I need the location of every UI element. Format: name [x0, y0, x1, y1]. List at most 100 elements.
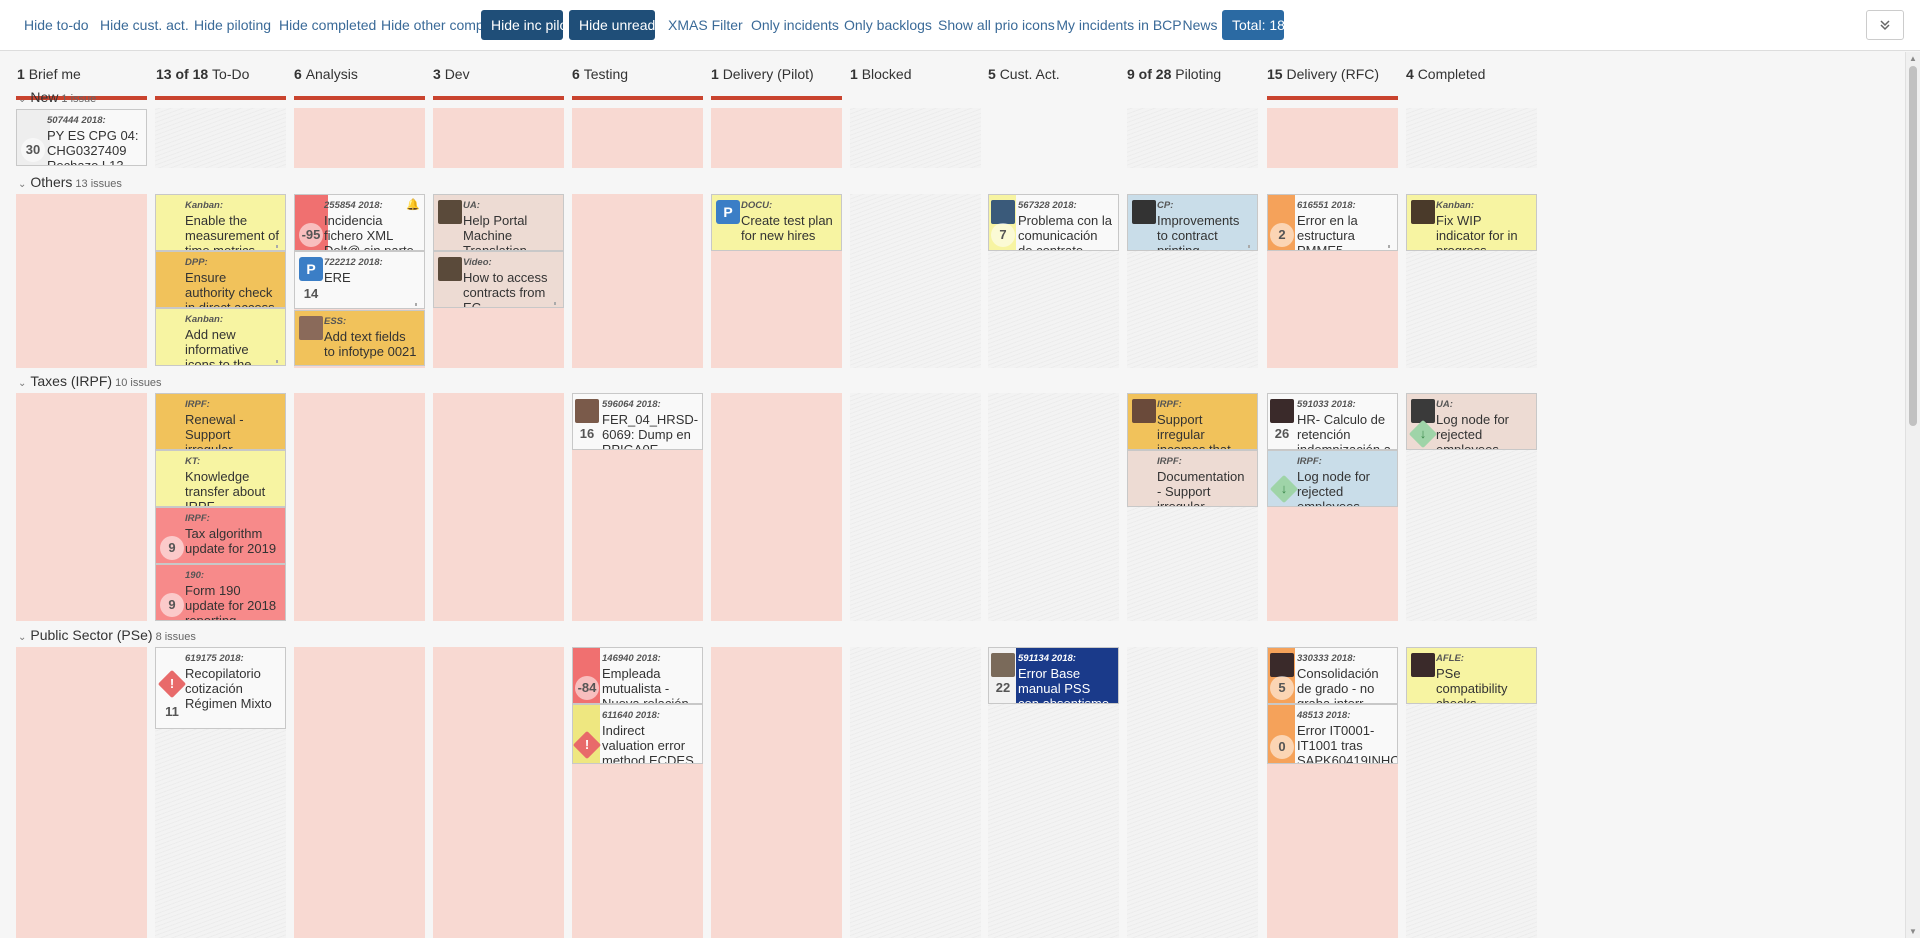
hide-inc-pilot-button[interactable]: Hide inc pilot: [481, 10, 571, 40]
issue-card[interactable]: 9 190: Form 190 update for 2018 reportin…: [155, 564, 286, 621]
chevron-down-icon[interactable]: ⌄: [18, 378, 26, 389]
issue-card[interactable]: 0 48513 2018: Error IT0001-IT1001 tras S…: [1267, 704, 1398, 764]
issue-card[interactable]: DPP: Ensure authority check in direct ac…: [155, 251, 286, 308]
column-header-testing: 6 Testing: [572, 66, 629, 82]
issue-card[interactable]: AFLE: PSe compatibility checks: [1406, 647, 1537, 704]
issue-card[interactable]: IRPF: Support irregular incomes that are…: [1127, 393, 1258, 450]
card-label: UA:: [463, 200, 480, 211]
card-label: 190:: [185, 570, 205, 581]
card-progress-dots: [1388, 245, 1393, 248]
card-title: Add new informative icons to the cards: [185, 327, 252, 366]
issue-card[interactable]: ESS: Add text fields to infotype 0021: [294, 310, 425, 366]
card-label: 507444 2018:: [47, 115, 106, 126]
lane-cell: [711, 393, 842, 621]
card-label: CP:: [1157, 200, 1174, 211]
issue-card[interactable]: -95 255854 2018: Incidencia fichero XML …: [294, 194, 425, 251]
card-title: HR- Calculo de retención indemnización a: [1297, 412, 1391, 450]
issue-card[interactable]: 9 IRPF: Tax algorithm update for 2019: [155, 507, 286, 564]
issue-card[interactable]: 30 507444 2018: PY ES CPG 04: CHG0327409…: [16, 109, 147, 166]
lane-header-new[interactable]: ⌄ New 1 issue: [18, 89, 96, 105]
issue-card[interactable]: CP: Improvements to contract printing: [1127, 194, 1258, 251]
card-title: Incidencia fichero XML Delt@ sin parte d: [324, 213, 414, 251]
news-button[interactable]: News: [1180, 10, 1220, 40]
issue-card[interactable]: 7 567328 2018: Problema con la comunicac…: [988, 194, 1119, 251]
issue-card[interactable]: IRPF: Documentation - Support irregular …: [1127, 450, 1258, 507]
issue-card[interactable]: ! 611640 2018: Indirect valuation error …: [572, 704, 703, 764]
card-age: 9: [160, 536, 184, 560]
card-title: Ensure authority check in direct access …: [185, 270, 275, 308]
chevron-down-icon[interactable]: ⌄: [18, 94, 26, 105]
card-title: How to access contracts from EC: [463, 270, 548, 308]
card-title: Log node for rejected employees: [1297, 469, 1371, 507]
lane-cell: [16, 647, 147, 938]
scrollbar-thumb[interactable]: [1909, 66, 1917, 426]
my-incidents-bcp-button[interactable]: My incidents in BCP: [1056, 10, 1182, 40]
issue-card[interactable]: Kanban: Add new informative icons to the…: [155, 308, 286, 366]
issue-card[interactable]: Kanban: Fix WIP indicator for in progres…: [1406, 194, 1537, 251]
lane-cell: [572, 194, 703, 368]
lane-header-others[interactable]: ⌄ Others 13 issues: [18, 174, 122, 190]
card-title: Recopilatorio cotización Régimen Mixto: [185, 666, 272, 711]
chevron-double-down-icon[interactable]: [1866, 10, 1904, 40]
lane-cell: [1267, 108, 1398, 168]
card-label: 591033 2018:: [1297, 399, 1356, 410]
issue-card[interactable]: P DOCU: Create test plan for new hires: [711, 194, 842, 251]
issue-card[interactable]: Video: How to access contracts from EC: [433, 251, 564, 308]
card-title: Indirect valuation error method ECDES: [602, 723, 694, 764]
issue-card[interactable]: KT: Knowledge transfer about IRPF: [155, 450, 286, 507]
card-label: 611640 2018:: [602, 710, 660, 721]
column-wip-bar: [1267, 96, 1398, 100]
hide-unready-button[interactable]: Hide unready: [569, 10, 662, 40]
issue-card[interactable]: 26 591033 2018: HR- Calculo de retención…: [1267, 393, 1398, 450]
column-header-todo: 13 of 18 To-Do: [156, 66, 250, 82]
hide-other-comp-button[interactable]: Hide other comp.: [381, 10, 488, 40]
issue-card[interactable]: 22 591134 2018: Error Base manual PSS co…: [988, 647, 1119, 704]
card-title: Error en la estructura PMME5: [1297, 213, 1358, 251]
column-header-cust-act: 5 Cust. Act.: [988, 66, 1060, 82]
show-all-prio-icons-button[interactable]: Show all prio icons: [938, 10, 1055, 40]
only-incidents-button[interactable]: Only incidents: [751, 10, 839, 40]
card-label: AFLE:: [1436, 653, 1464, 664]
chevron-down-icon[interactable]: ⌄: [18, 632, 26, 643]
card-age: 22: [995, 680, 1011, 695]
card-age: 11: [165, 704, 179, 719]
hide-todo-button[interactable]: Hide to-do: [24, 10, 89, 40]
chevron-down-icon[interactable]: ⌄: [18, 179, 26, 190]
issue-card[interactable]: IRPF: Renewal - Support irregular income…: [155, 393, 286, 450]
hide-cust-act-button[interactable]: Hide cust. act.: [100, 10, 189, 40]
lane-cell: [1127, 108, 1258, 168]
xmas-filter-button[interactable]: XMAS Filter: [668, 10, 743, 40]
hide-completed-button[interactable]: Hide completed: [279, 10, 376, 40]
issue-card[interactable]: 5 330333 2018: Consolidación de grado - …: [1267, 647, 1398, 704]
issue-card[interactable]: UA: Help Portal Machine Translation: [433, 194, 564, 251]
issue-card[interactable]: P 14 722212 2018: ERE: [294, 251, 425, 309]
avatar: [1411, 653, 1435, 677]
issue-card[interactable]: 2 616551 2018: Error en la estructura PM…: [1267, 194, 1398, 251]
total-badge[interactable]: Total: 18: [1222, 10, 1285, 40]
card-age: 26: [1274, 426, 1290, 441]
card-title: ERE: [324, 270, 351, 285]
card-label: 330333 2018:: [1297, 653, 1356, 664]
lane-cell: [988, 393, 1119, 621]
only-backlogs-button[interactable]: Only backlogs: [844, 10, 932, 40]
lane-cell: [433, 108, 564, 168]
lane-header-taxes[interactable]: ⌄ Taxes (IRPF) 10 issues: [18, 373, 162, 389]
arrow-down-icon: ↓: [1269, 474, 1299, 504]
issue-card[interactable]: 16 596064 2018: FER_04_HRSD-6069: Dump e…: [572, 393, 703, 450]
lane-header-public-sector[interactable]: ⌄ Public Sector (PSe) 8 issues: [18, 627, 196, 643]
card-title: Support irregular incomes that are alway…: [1157, 412, 1231, 450]
issue-card[interactable]: ! 11 619175 2018: Recopilatorio cotizaci…: [155, 647, 286, 729]
lane-cell: [294, 647, 425, 938]
issue-card[interactable]: -84 146940 2018: Empleada mutualista - N…: [572, 647, 703, 704]
issue-card[interactable]: ↓ IRPF: Log node for rejected employees: [1267, 450, 1398, 507]
scroll-down-icon[interactable]: ▼: [1909, 927, 1917, 936]
warning-icon: !: [157, 669, 187, 699]
vertical-scrollbar[interactable]: ▲ ▼: [1905, 52, 1920, 938]
scroll-up-icon[interactable]: ▲: [1909, 54, 1917, 63]
column-wip-bar: [433, 96, 564, 100]
card-label: 722212 2018:: [324, 257, 383, 268]
card-label: DPP:: [185, 257, 208, 268]
hide-piloting-button[interactable]: Hide piloting: [194, 10, 271, 40]
issue-card[interactable]: Kanban: Enable the measurement of time m…: [155, 194, 286, 251]
issue-card[interactable]: ↓ UA: Log node for rejected employees: [1406, 393, 1537, 450]
